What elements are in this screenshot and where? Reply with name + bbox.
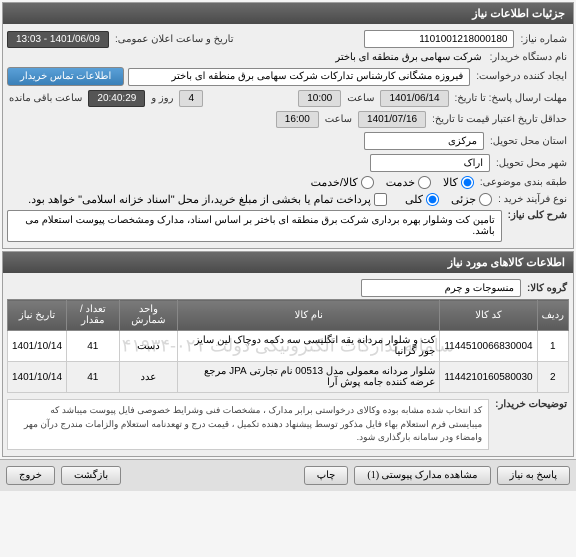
button-bar: پاسخ به نیاز مشاهده مدارک پیوستی (1) چاپ… (0, 459, 576, 491)
items-table: ردیف کد کالا نام کالا واحد شمارش تعداد /… (7, 299, 569, 393)
radio-partial-label: جزئی (451, 193, 476, 206)
requester-label: ایجاد کننده درخواست: (474, 71, 569, 82)
panel1-header: جزئیات اطلاعات نیاز (3, 3, 573, 24)
exit-button[interactable]: خروج (6, 466, 55, 485)
process-label: نوع فرآیند خرید : (496, 194, 569, 205)
requester-value: فیروزه مشگانی کارشناس تدارکات شرکت سهامی… (128, 68, 470, 86)
cell-idx: 2 (537, 362, 568, 393)
group-label: گروه کالا: (525, 283, 569, 294)
back-button[interactable]: بازگشت (61, 466, 121, 485)
th-qty: تعداد / مقدار (67, 300, 119, 331)
announce-label: تاریخ و ساعت اعلان عمومی: (113, 34, 236, 45)
deadline-date: 1401/06/14 (380, 90, 448, 107)
classification-label: طبقه بندی موضوعی: (478, 177, 569, 188)
city-label: شهر محل تحویل: (494, 158, 569, 169)
radio-both-input[interactable] (361, 176, 374, 189)
respond-button[interactable]: پاسخ به نیاز (497, 466, 571, 485)
province-label: استان محل تحویل: (488, 136, 569, 147)
city-value: اراک (370, 154, 490, 172)
announce-value: 1401/06/09 - 13:03 (7, 31, 109, 48)
radio-full[interactable]: کلی (405, 193, 439, 206)
panel2-header: اطلاعات کالاهای مورد نیاز (3, 252, 573, 273)
cell-unit: دست (119, 331, 178, 362)
radio-service[interactable]: خدمت (386, 176, 431, 189)
radio-service-input[interactable] (418, 176, 431, 189)
attachments-button[interactable]: مشاهده مدارک پیوستی (1) (354, 466, 490, 485)
deadline-time-label: ساعت (345, 93, 376, 104)
cell-date: 1401/10/14 (8, 331, 67, 362)
radio-goods-label: کالا (443, 176, 458, 189)
radio-full-label: کلی (405, 193, 423, 206)
buyer-label: نام دستگاه خریدار: (488, 52, 569, 63)
need-number-value: 1101001218000180 (364, 30, 514, 48)
buyer-value: شرکت سهامی برق منطقه ای باختر (333, 52, 483, 63)
th-row: ردیف (537, 300, 568, 331)
th-unit: واحد شمارش (119, 300, 178, 331)
radio-goods[interactable]: کالا (443, 176, 474, 189)
table-row: 1 1144510066830004 کت و شلوار مردانه یقه… (8, 331, 569, 362)
th-date: تاریخ نیاز (8, 300, 67, 331)
deadline-time: 10:00 (298, 90, 341, 107)
cell-name: کت و شلوار مردانه یقه انگلیسی سه دکمه دو… (178, 331, 440, 362)
cell-idx: 1 (537, 331, 568, 362)
th-code: کد کالا (440, 300, 537, 331)
remaining-label: ساعت باقی مانده (7, 93, 84, 104)
cell-date: 1401/10/14 (8, 362, 67, 393)
day-label: روز و (149, 93, 175, 104)
days-remaining: 4 (179, 90, 203, 107)
table-row: 2 1144210160580030 شلوار مردانه معمولی م… (8, 362, 569, 393)
need-number-label: شماره نیاز: (518, 34, 569, 45)
radio-service-label: خدمت (386, 176, 415, 189)
deadline-label: مهلت ارسال پاسخ: تا تاریخ: (453, 93, 569, 104)
cell-code: 1144210160580030 (440, 362, 537, 393)
cell-qty: 41 (67, 331, 119, 362)
price-valid-label: حداقل تاریخ اعتبار قیمت تا تاریخ: (430, 114, 569, 125)
province-value: مرکزی (364, 132, 484, 150)
th-name: نام کالا (178, 300, 440, 331)
overall-label: شرح کلی نیاز: (506, 210, 569, 221)
print-button[interactable]: چاپ (304, 466, 349, 485)
payment-checkbox[interactable]: پرداخت تمام یا بخشی از مبلغ خرید،از محل … (28, 193, 387, 206)
price-valid-date: 1401/07/16 (358, 111, 426, 128)
radio-partial-input[interactable] (479, 193, 492, 206)
cell-qty: 41 (67, 362, 119, 393)
overall-description: تامین کت وشلوار بهره برداری شرکت برق منط… (7, 210, 502, 242)
cell-unit: عدد (119, 362, 178, 393)
radio-partial[interactable]: جزئی (451, 193, 492, 206)
radio-full-input[interactable] (426, 193, 439, 206)
group-value: منسوجات و چرم (361, 279, 521, 297)
price-valid-time-label: ساعت (323, 114, 354, 125)
explain-label: توضیحات خریدار: (493, 399, 569, 410)
radio-goods-input[interactable] (461, 176, 474, 189)
radio-both-label: کالا/خدمت (311, 176, 358, 189)
contact-buyer-button[interactable]: اطلاعات تماس خریدار (7, 67, 124, 86)
cell-name: شلوار مردانه معمولی مدل 00513 نام تجارتی… (178, 362, 440, 393)
countdown-value: 20:40:29 (88, 90, 145, 107)
radio-both[interactable]: کالا/خدمت (311, 176, 374, 189)
payment-checkbox-input[interactable] (374, 193, 387, 206)
cell-code: 1144510066830004 (440, 331, 537, 362)
buyer-explanation: کد انتخاب شده مشابه بوده وکالای درخواستی… (7, 399, 489, 450)
price-valid-time: 16:00 (276, 111, 319, 128)
payment-note: پرداخت تمام یا بخشی از مبلغ خرید،از محل … (28, 193, 371, 206)
